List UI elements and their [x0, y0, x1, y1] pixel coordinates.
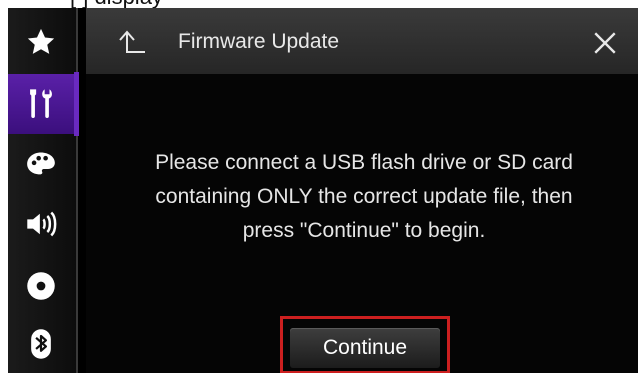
message-line: Please connect a USB flash drive or SD c… — [155, 151, 573, 174]
back-button[interactable] — [114, 26, 150, 60]
cropped-caption-strip: [ ] display — [0, 0, 638, 8]
star-icon — [27, 28, 55, 54]
sidebar-item-settings[interactable] — [8, 74, 74, 134]
cropped-caption-text: [ ] display — [70, 0, 163, 8]
sidebar-divider — [76, 8, 78, 373]
close-icon — [594, 32, 616, 54]
message-line: press "Continue" to begin. — [242, 219, 486, 242]
back-arrow-icon — [119, 30, 145, 53]
sidebar-item-favorites[interactable] — [8, 14, 74, 70]
disc-icon — [27, 272, 55, 300]
header-bar: Firmware Update — [86, 8, 638, 74]
tools-icon — [30, 89, 52, 118]
message-line: containing ONLY the correct update file,… — [155, 185, 573, 208]
palette-icon — [27, 152, 55, 175]
speaker-icon — [27, 211, 57, 237]
page-title: Firmware Update — [178, 30, 340, 53]
close-button[interactable] — [588, 26, 622, 60]
continue-button[interactable]: Continue — [290, 328, 440, 368]
sidebar-item-theme[interactable] — [8, 136, 74, 192]
sidebar-item-audio[interactable] — [8, 196, 74, 252]
sidebar — [8, 8, 79, 373]
sidebar-item-disc[interactable] — [8, 258, 74, 314]
instruction-message: Please connect a USB flash drive or SD c… — [114, 146, 614, 248]
active-indicator — [74, 72, 79, 136]
head-unit-screen: Firmware Update Please connect a USB fla… — [8, 8, 638, 373]
bluetooth-icon — [31, 329, 51, 359]
sidebar-item-bluetooth[interactable] — [8, 316, 74, 372]
